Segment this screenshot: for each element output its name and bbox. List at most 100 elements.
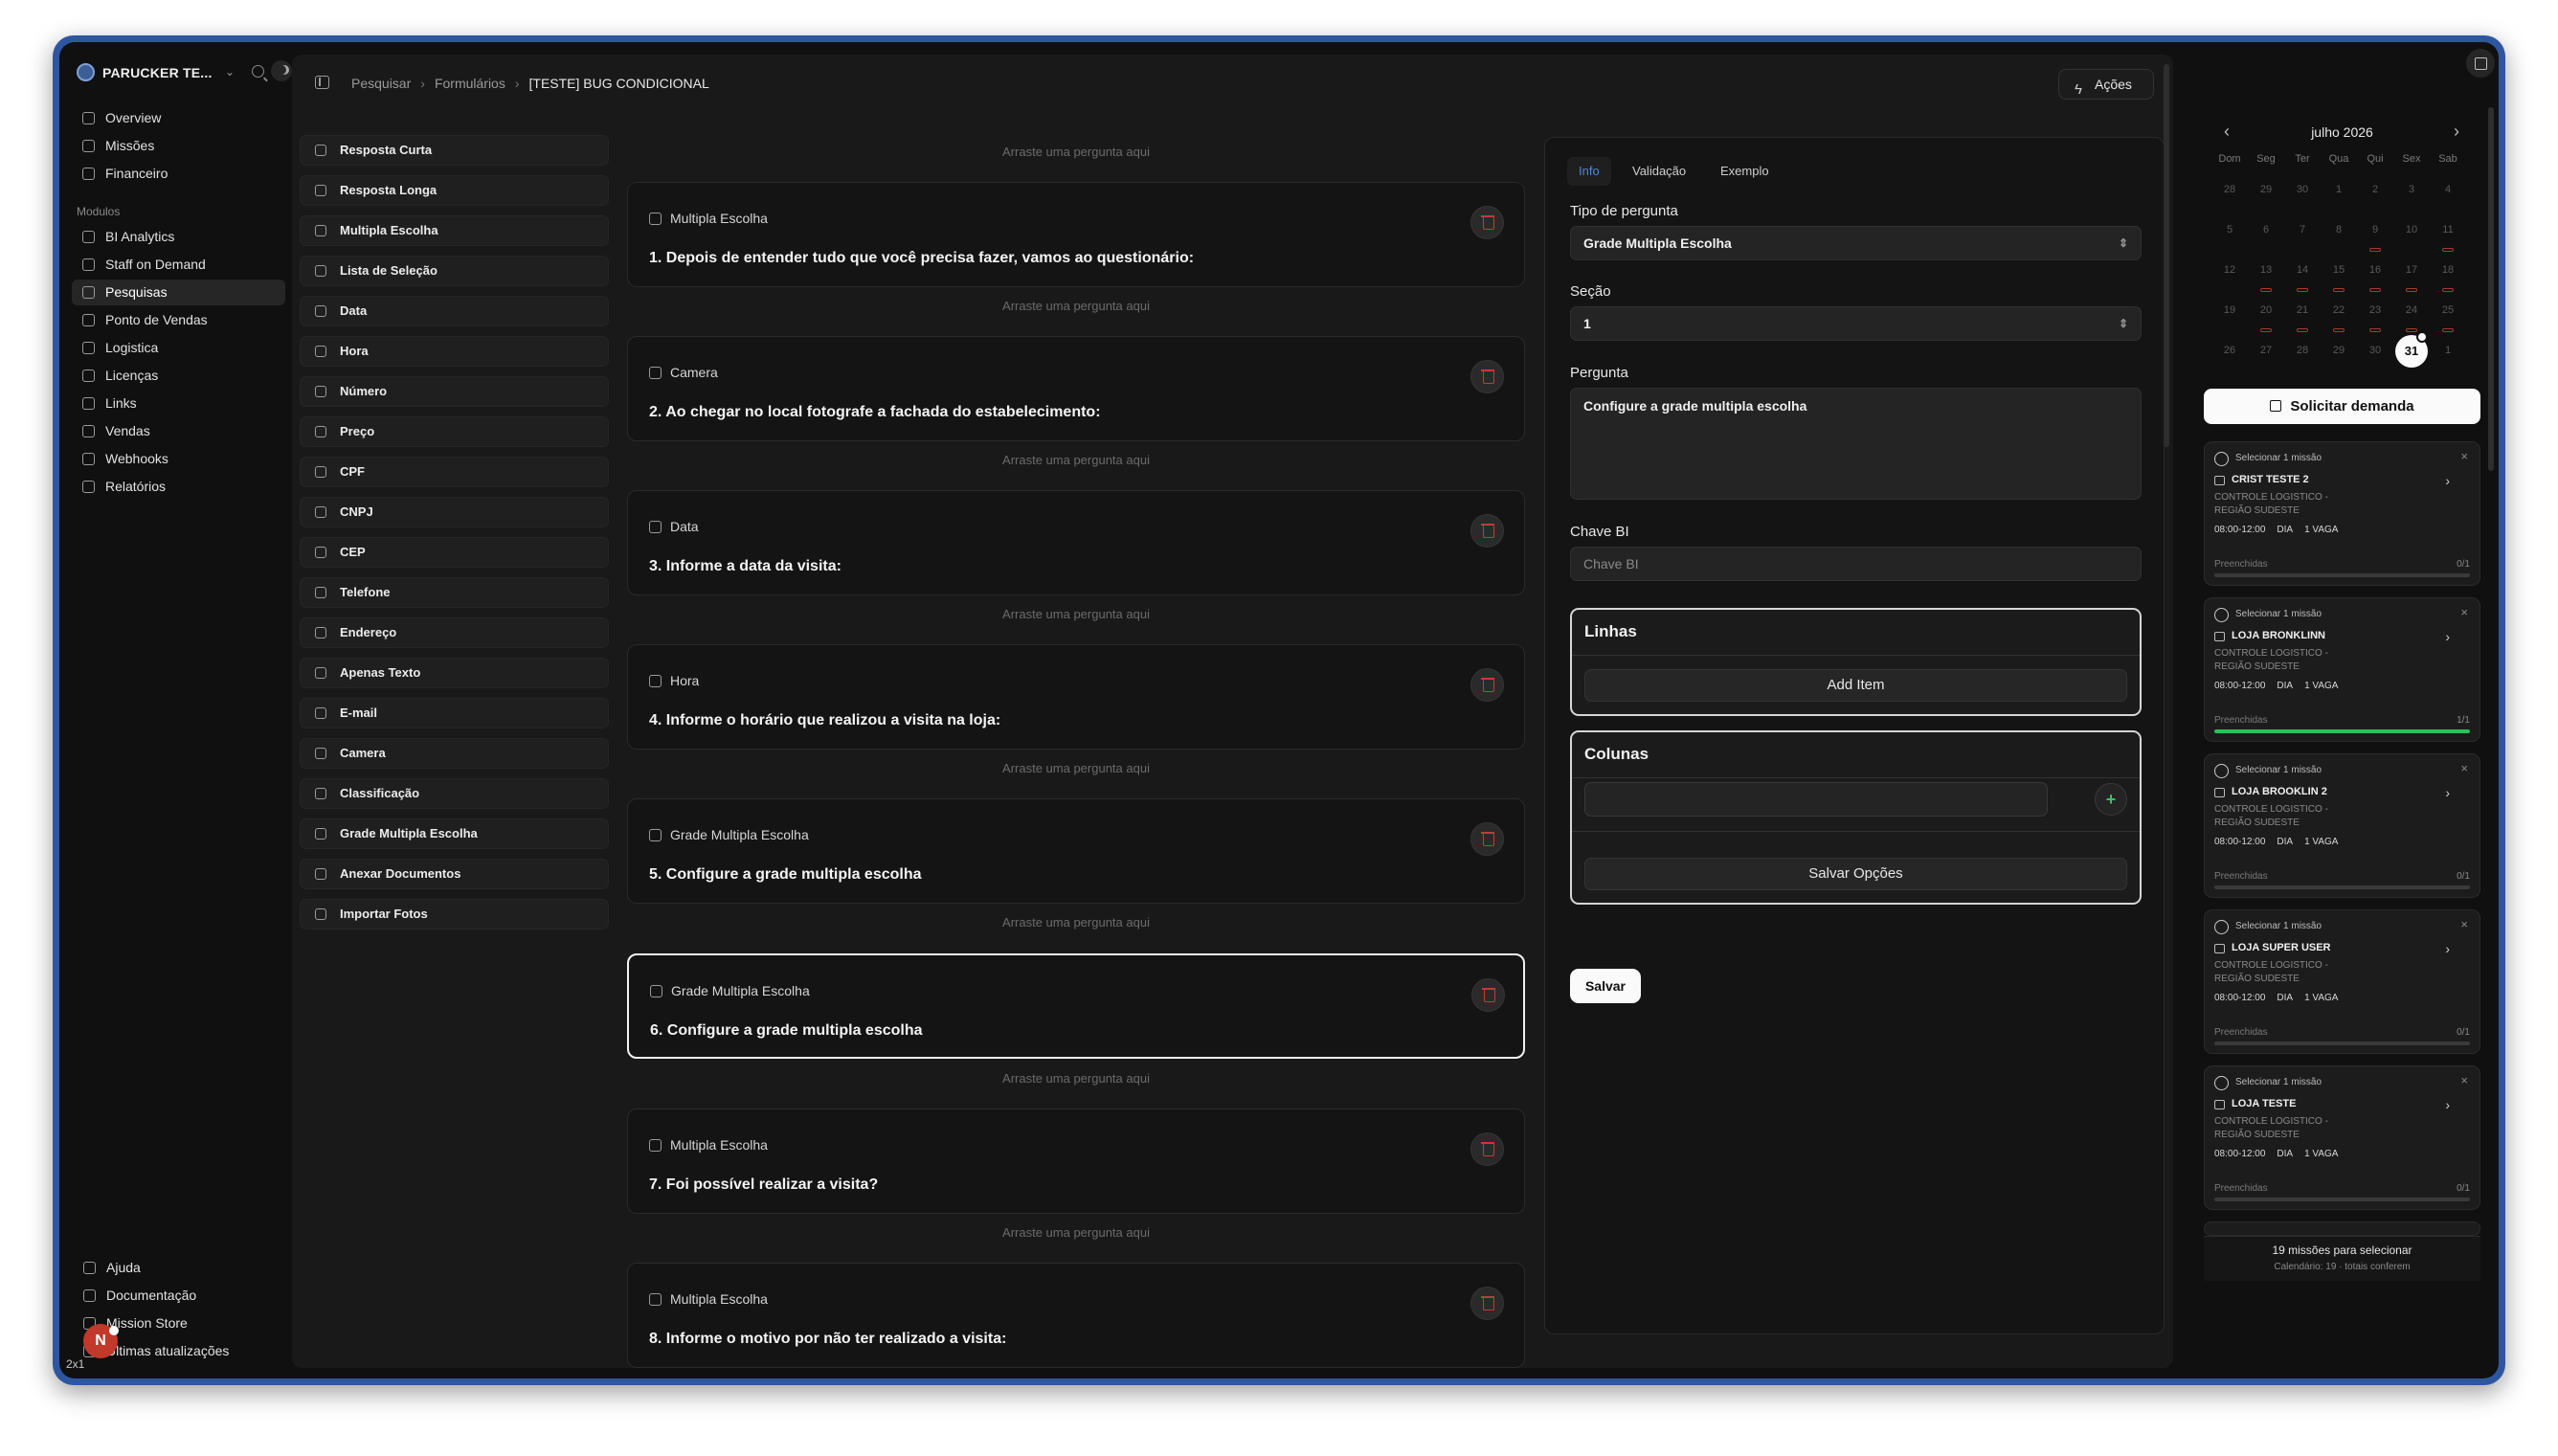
- calendar-day[interactable]: 2: [2357, 184, 2393, 195]
- palette-item[interactable]: Hora: [300, 336, 609, 367]
- question-card[interactable]: Data 3. Informe a data da visita:: [627, 490, 1525, 595]
- palette-item[interactable]: Grade Multipla Escolha: [300, 818, 609, 849]
- chevron-right-icon[interactable]: ›: [2445, 941, 2450, 956]
- scrollbar[interactable]: [2488, 107, 2494, 471]
- coluna-input[interactable]: [1584, 782, 2048, 817]
- calendar-day[interactable]: 11: [2430, 224, 2466, 235]
- breadcrumb-item[interactable]: Formulários: [435, 76, 505, 91]
- calendar-day[interactable]: 14: [2284, 264, 2321, 276]
- palette-item[interactable]: Anexar Documentos: [300, 859, 609, 889]
- mission-card[interactable]: Selecionar 1 missão × LOJA SUPER USER › CONT…: [2204, 909, 2480, 1054]
- chevron-right-icon[interactable]: ›: [2445, 629, 2450, 644]
- calendar-day[interactable]: 29: [2321, 345, 2357, 356]
- question-card[interactable]: Multipla Escolha 8. Informe o motivo por …: [627, 1263, 1525, 1368]
- calendar-day[interactable]: 28: [2284, 345, 2321, 356]
- drop-zone[interactable]: Arraste uma pergunta aqui: [627, 453, 1525, 467]
- trash-icon[interactable]: [1470, 360, 1504, 393]
- calendar-day[interactable]: 15: [2321, 264, 2357, 276]
- sidebar-item-module[interactable]: BI Analytics: [72, 224, 285, 250]
- question-card[interactable]: Multipla Escolha 1. Depois de entender tu…: [627, 182, 1525, 287]
- calendar-day[interactable]: 27: [2248, 345, 2284, 356]
- calendar-day[interactable]: 28: [2211, 184, 2248, 195]
- calendar-day[interactable]: 18: [2430, 264, 2466, 276]
- company-switcher[interactable]: PARUCKER TE...: [102, 65, 213, 80]
- radio-button[interactable]: [2214, 920, 2229, 934]
- question-card[interactable]: Camera 2. Ao chegar no local fotografe a …: [627, 336, 1525, 441]
- palette-item[interactable]: E-mail: [300, 698, 609, 728]
- chevron-down-icon[interactable]: ⌄: [225, 65, 235, 78]
- chevron-right-icon[interactable]: ›: [2445, 1097, 2450, 1112]
- sidebar-item-module[interactable]: Vendas: [72, 418, 285, 444]
- palette-item[interactable]: CEP: [300, 537, 609, 568]
- calendar-day[interactable]: 1: [2321, 184, 2357, 195]
- radio-button[interactable]: [2214, 608, 2229, 622]
- palette-item[interactable]: Camera: [300, 738, 609, 769]
- calendar-day[interactable]: 30: [2357, 345, 2393, 356]
- question-card[interactable]: Grade Multipla Escolha 5. Configure a gra…: [627, 798, 1525, 904]
- drop-zone[interactable]: Arraste uma pergunta aqui: [627, 915, 1525, 930]
- palette-item[interactable]: CNPJ: [300, 497, 609, 527]
- sidebar-toggle-icon[interactable]: [315, 76, 329, 89]
- palette-item[interactable]: Importar Fotos: [300, 899, 609, 930]
- trash-icon[interactable]: [1470, 1132, 1504, 1166]
- question-card[interactable]: Hora 4. Informe o horário que realizou a …: [627, 644, 1525, 750]
- calendar-day[interactable]: 19: [2211, 304, 2248, 316]
- sidebar-item-module[interactable]: Logistica: [72, 335, 285, 361]
- tab-info[interactable]: Info: [1567, 157, 1611, 186]
- calendar-day[interactable]: 23: [2357, 304, 2393, 316]
- calendar-day[interactable]: 3: [2393, 184, 2430, 195]
- sidebar-item-module[interactable]: Ponto de Vendas: [72, 307, 285, 333]
- close-icon[interactable]: ×: [2460, 605, 2468, 619]
- mission-card[interactable]: Selecionar 1 missão × CRIST TESTE 2 › CONTRO…: [2204, 441, 2480, 586]
- close-icon[interactable]: ×: [2460, 917, 2468, 931]
- calendar-day[interactable]: 7: [2284, 224, 2321, 235]
- sidebar-item-module[interactable]: Links: [72, 391, 285, 416]
- salvar-opcoes-button[interactable]: Salvar Opções: [1584, 858, 2127, 890]
- search-icon[interactable]: [252, 65, 264, 78]
- chave-bi-input[interactable]: Chave BI: [1570, 547, 2142, 581]
- chevron-right-icon[interactable]: ›: [2445, 473, 2450, 488]
- calendar-day[interactable]: 8: [2321, 224, 2357, 235]
- drop-zone[interactable]: Arraste uma pergunta aqui: [627, 761, 1525, 775]
- tab-validacao[interactable]: Validação: [1621, 157, 1697, 186]
- mission-card[interactable]: Selecionar 1 missão × LOJA BRONKLINN › CONTR…: [2204, 597, 2480, 742]
- sidebar-item-0[interactable]: Overview: [72, 105, 285, 131]
- chevron-right-icon[interactable]: ›: [2454, 122, 2459, 142]
- drop-zone[interactable]: Arraste uma pergunta aqui: [627, 299, 1525, 313]
- sidebar-item-2[interactable]: Financeiro: [72, 161, 285, 187]
- calendar-day[interactable]: 25: [2430, 304, 2466, 316]
- palette-item[interactable]: Lista de Seleção: [300, 256, 609, 286]
- calendar-day[interactable]: 24: [2393, 304, 2430, 316]
- radio-button[interactable]: [2214, 764, 2229, 778]
- calendar-day[interactable]: 30: [2284, 184, 2321, 195]
- pergunta-textarea[interactable]: Configure a grade multipla escolha: [1570, 388, 2142, 500]
- palette-item[interactable]: Resposta Curta: [300, 135, 609, 166]
- palette-item[interactable]: Endereço: [300, 617, 609, 648]
- panel-toggle-icon[interactable]: [2466, 49, 2495, 78]
- secao-select[interactable]: 1 ⇕: [1570, 306, 2142, 341]
- tab-exemplo[interactable]: Exemplo: [1709, 157, 1781, 186]
- theme-toggle-icon[interactable]: [271, 60, 292, 81]
- close-icon[interactable]: ×: [2460, 1073, 2468, 1087]
- trash-icon[interactable]: [1470, 1287, 1504, 1320]
- palette-item[interactable]: Apenas Texto: [300, 658, 609, 688]
- mission-card[interactable]: Selecionar 1 missão × LOJA BROOKLIN 2 › CONT…: [2204, 753, 2480, 898]
- drop-zone[interactable]: Arraste uma pergunta aqui: [627, 1225, 1525, 1240]
- trash-icon[interactable]: [1470, 668, 1504, 702]
- calendar-day[interactable]: 5: [2211, 224, 2248, 235]
- chevron-right-icon[interactable]: ›: [2445, 785, 2450, 800]
- solicitar-demanda-button[interactable]: Solicitar demanda: [2204, 389, 2480, 424]
- calendar-day[interactable]: 9: [2357, 224, 2393, 235]
- close-icon[interactable]: ×: [2460, 761, 2468, 775]
- sidebar-footer-item[interactable]: Documentação: [73, 1283, 286, 1309]
- calendar-day[interactable]: 21: [2284, 304, 2321, 316]
- sidebar-item-module[interactable]: Staff on Demand: [72, 252, 285, 278]
- palette-item[interactable]: Multipla Escolha: [300, 215, 609, 246]
- sidebar-footer-item[interactable]: Ajuda: [73, 1255, 286, 1281]
- palette-item[interactable]: Classificação: [300, 778, 609, 809]
- palette-item[interactable]: Preço: [300, 416, 609, 447]
- mission-card[interactable]: [2204, 1221, 2480, 1236]
- palette-item[interactable]: Resposta Longa: [300, 175, 609, 206]
- trash-icon[interactable]: [1471, 978, 1505, 1012]
- question-card[interactable]: Grade Multipla Escolha 6. Configure a gra…: [627, 953, 1525, 1059]
